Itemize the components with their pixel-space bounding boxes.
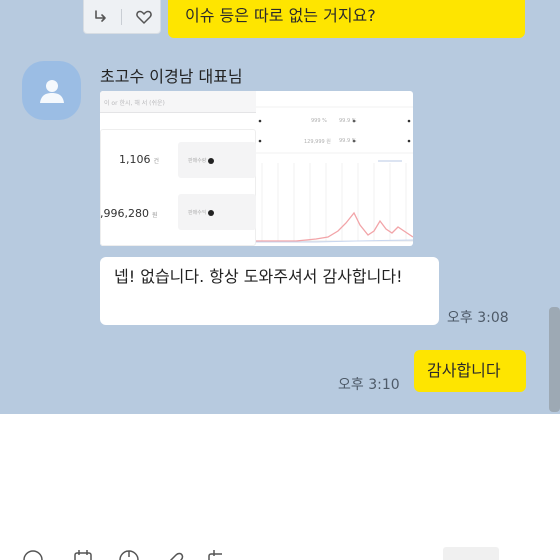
message-action-bar (83, 0, 161, 34)
heart-icon[interactable] (133, 6, 155, 28)
emoji-icon[interactable] (22, 549, 44, 560)
message-text: 이슈 등은 따로 없는 거지요? (185, 6, 376, 25)
attach-icon[interactable] (164, 549, 186, 560)
calendar-icon[interactable] (72, 549, 94, 560)
stat-value-2: ,996,280 원 (100, 207, 158, 220)
chart-label-4: 99.9 % (339, 138, 357, 144)
message-time: 오후 3:08 (447, 310, 509, 326)
sender-avatar[interactable] (22, 61, 81, 120)
received-message-bubble[interactable]: 넵! 없습니다. 항상 도와주셔서 감사합니다! (100, 257, 439, 325)
stat-label-1: 판매수량 (188, 157, 215, 164)
my-message-bubble[interactable]: 이슈 등은 따로 없는 거지요? (168, 0, 525, 38)
sender-name: 초고수 이경남 대표님 (100, 67, 243, 86)
message-text: 넵! 없습니다. 항상 도와주셔서 감사합니다! (114, 267, 403, 286)
send-button[interactable] (443, 547, 499, 560)
help-icon (208, 157, 215, 164)
action-divider (121, 8, 123, 25)
chat-scrollbar[interactable] (549, 307, 560, 412)
chat-area: 이슈 등은 따로 없는 거지요? 초고수 이경남 대표님 이 or 한시, 해 … (0, 0, 560, 414)
default-profile-icon (39, 79, 64, 103)
my-message-bubble[interactable]: 감사합니다 (414, 350, 526, 392)
capture-icon[interactable] (118, 549, 140, 560)
image-message[interactable]: 이 or 한시, 해 서 (쉬운) 1,106 건 판매수량 ,996,280 원 … (100, 91, 413, 246)
image-dashboard-left: 이 or 한시, 해 서 (쉬운) 1,106 건 판매수량 ,996,280 원 … (100, 91, 256, 246)
message-text: 감사합니다 (427, 361, 501, 380)
schedule-icon[interactable] (206, 549, 222, 560)
input-toolbar (22, 549, 222, 560)
stat-value-1: 1,106 건 (119, 153, 160, 166)
stat-label-2: 판매수익 (188, 209, 215, 216)
reply-arrow-icon[interactable] (89, 6, 111, 28)
image-header: 이 or 한시, 해 서 (쉬운) (100, 91, 256, 113)
chart-label-1: 999 % (311, 118, 327, 124)
chart-label-2: 99.9 % (339, 118, 357, 124)
help-icon (208, 209, 215, 216)
chart-label-3: 129,999 원 (304, 139, 331, 145)
message-input-area[interactable] (0, 414, 560, 560)
image-dashboard-right: 999 % 99.9 % 129,999 원 99.9 % (256, 91, 413, 246)
message-time: 오후 3:10 (338, 377, 400, 393)
